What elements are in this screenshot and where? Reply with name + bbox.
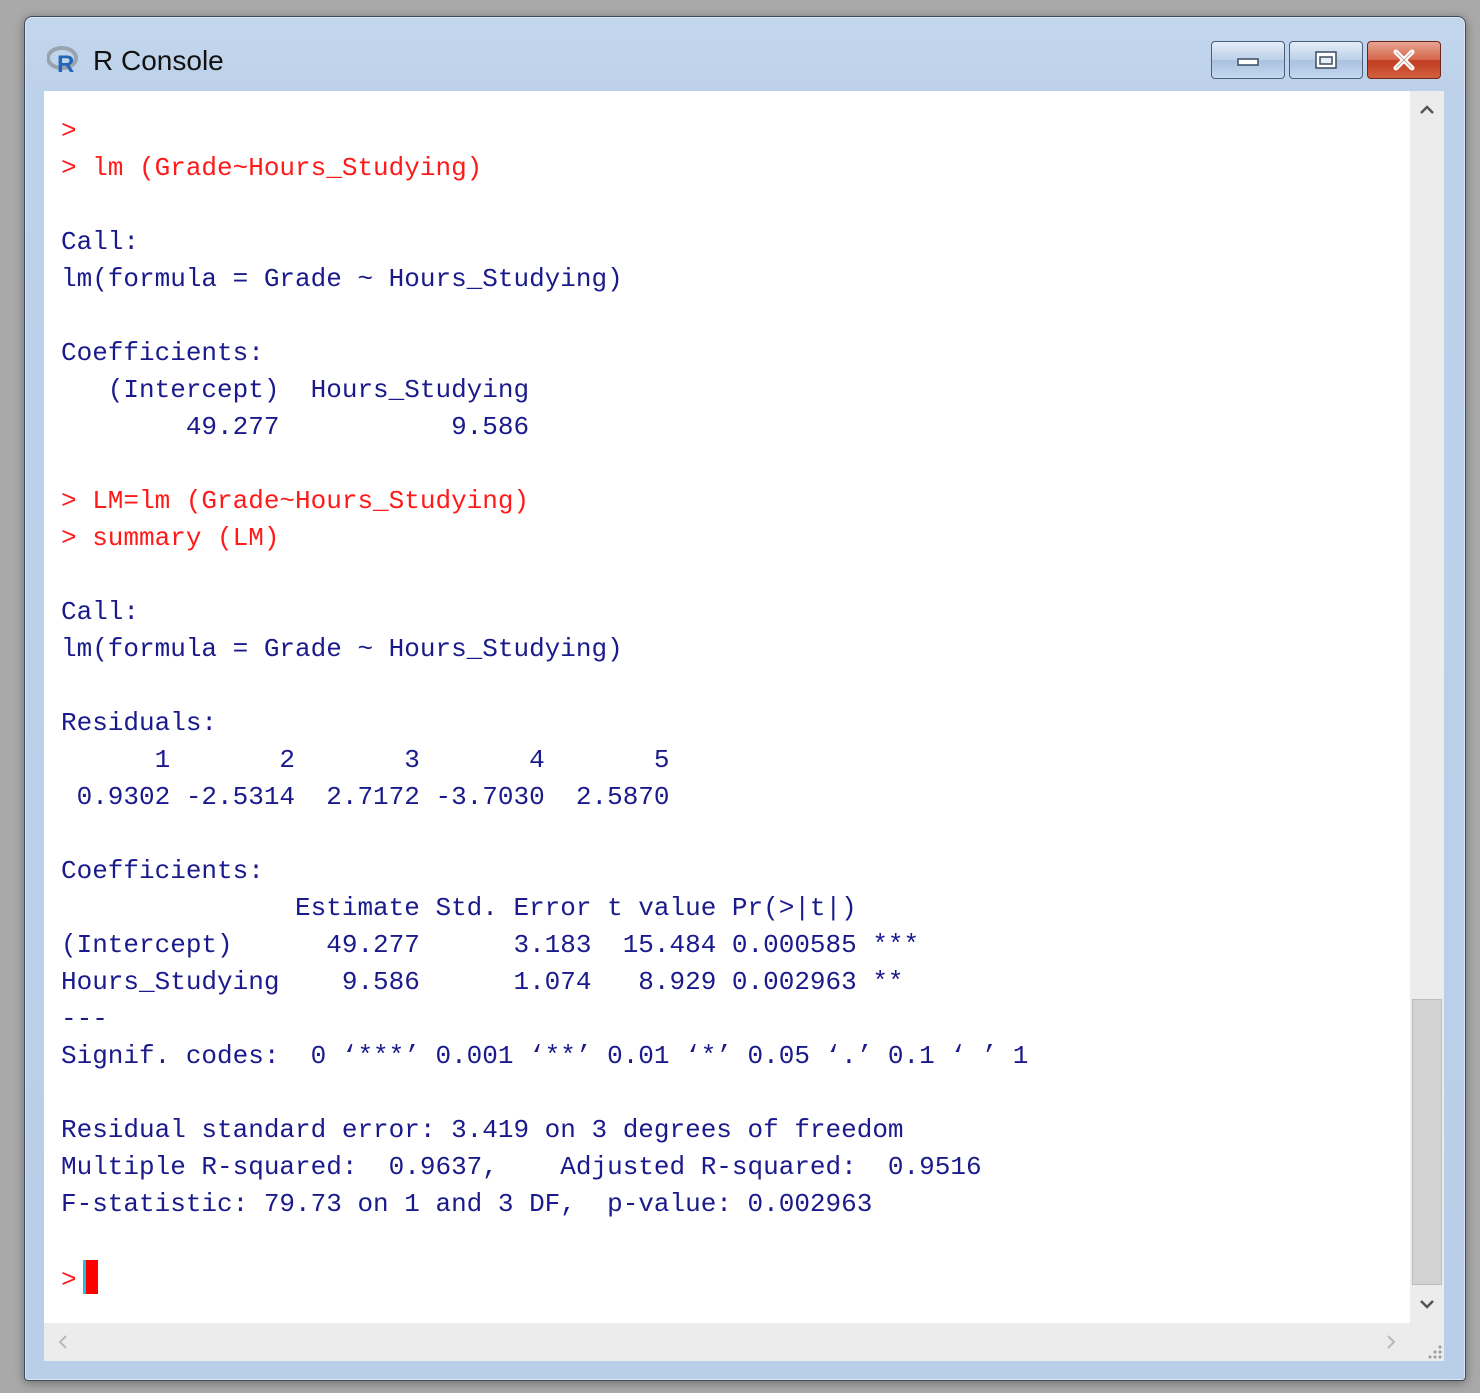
console-output-line: Signif. codes: 0 ‘***’ 0.001 ‘**’ 0.01 ‘… <box>61 1041 1029 1071</box>
console-input-line: > LM=lm (Grade~Hours_Studying) <box>61 486 530 516</box>
console-output-line: lm(formula = Grade ~ Hours_Studying) <box>61 634 623 664</box>
minimize-icon <box>1237 58 1259 66</box>
chevron-up-icon <box>1420 105 1434 114</box>
console-output-line: F-statistic: 79.73 on 1 and 3 DF, p-valu… <box>61 1189 873 1219</box>
console-output-line: Hours_Studying 9.586 1.074 8.929 0.00296… <box>61 967 920 997</box>
r-console-window: R R Console > > lm (Grade~Hours_Studying)… <box>24 16 1466 1381</box>
title-bar[interactable]: R R Console <box>25 17 1465 89</box>
console-output-line: Residual standard error: 3.419 on 3 degr… <box>61 1115 904 1145</box>
minimize-button[interactable] <box>1211 41 1285 79</box>
vertical-scroll-thumb[interactable] <box>1412 999 1442 1285</box>
console-output-line: Coefficients: <box>61 338 264 368</box>
console-output[interactable]: > > lm (Grade~Hours_Studying) Call: lm(form… <box>44 91 1410 1323</box>
grip-dots-icon <box>1428 1345 1442 1359</box>
close-icon <box>1393 49 1415 71</box>
console-output-line: --- <box>61 1004 108 1034</box>
console-lines: > > lm (Grade~Hours_Studying) Call: lm(form… <box>61 113 1028 1297</box>
console-output-line: 0.9302 -2.5314 2.7172 -3.7030 2.5870 <box>61 782 686 812</box>
maximize-button[interactable] <box>1289 41 1363 79</box>
console-output-line: Multiple R-squared: 0.9637, Adjusted R-s… <box>61 1152 998 1182</box>
console-output-line: 49.277 9.586 <box>61 412 561 442</box>
console-input-line: > lm (Grade~Hours_Studying) <box>61 153 483 183</box>
scroll-down-button[interactable] <box>1410 1287 1444 1321</box>
console-input-line: > summary (LM) <box>61 523 280 553</box>
vertical-scrollbar[interactable] <box>1410 91 1444 1323</box>
console-output-line: (Intercept) 49.277 3.183 15.484 0.000585… <box>61 930 920 960</box>
console-output-line: Estimate Std. Error t value Pr(>|t|) <box>61 893 920 923</box>
console-output-line: Call: <box>61 227 140 257</box>
r-logo-icon: R <box>47 46 78 75</box>
close-button[interactable] <box>1367 41 1441 79</box>
scroll-up-button[interactable] <box>1410 93 1444 127</box>
chevron-left-icon <box>58 1335 67 1349</box>
console-output-line: Residuals: <box>61 708 218 738</box>
chevron-right-icon <box>1387 1335 1396 1349</box>
scroll-right-button[interactable] <box>1374 1323 1408 1361</box>
console-output-line: (Intercept) Hours_Studying <box>61 375 561 405</box>
console-client-area: > > lm (Grade~Hours_Studying) Call: lm(form… <box>44 91 1444 1361</box>
chevron-down-icon <box>1420 1300 1434 1309</box>
text-cursor <box>82 1260 98 1294</box>
horizontal-scrollbar[interactable] <box>44 1323 1410 1361</box>
console-output-line: lm(formula = Grade ~ Hours_Studying) <box>61 264 623 294</box>
scroll-left-button[interactable] <box>46 1323 80 1361</box>
svg-text:R: R <box>57 51 74 75</box>
maximize-icon <box>1315 51 1337 69</box>
console-prompt-line[interactable]: > <box>61 1260 1028 1297</box>
console-output-line: Call: <box>61 597 140 627</box>
resize-grip-icon[interactable] <box>1410 1323 1444 1361</box>
console-input-line: > <box>61 116 77 146</box>
console-output-line: Coefficients: <box>61 856 264 886</box>
window-title: R Console <box>93 45 224 76</box>
console-output-line: 1 2 3 4 5 <box>61 745 686 775</box>
console-prompt: > <box>61 1265 77 1295</box>
